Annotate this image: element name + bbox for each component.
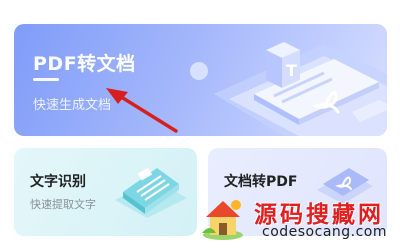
- text-recognition-subtitle: 快速提取文字: [30, 198, 96, 211]
- pdf-to-doc-subtitle: 快速生成文档: [33, 98, 112, 113]
- doc-to-pdf-title: 文档转PDF: [224, 174, 298, 190]
- pdf-document-illustration: T: [190, 42, 387, 136]
- text-recognition-title: 文字识别: [30, 174, 86, 190]
- text-recognition-card[interactable]: 文字识别 快速提取文字: [14, 148, 197, 236]
- pdf-to-doc-card[interactable]: PDF转文档 快速生成文档 T: [14, 24, 387, 136]
- title-underline: [33, 78, 59, 81]
- watermark-house-logo: [202, 200, 243, 240]
- watermark: 源码搜藏网 codesocang.com: [200, 193, 398, 247]
- watermark-url: codesocang.com: [262, 224, 388, 240]
- t-glyph: T: [286, 61, 297, 80]
- pdf-to-doc-title: PDF转文档: [33, 53, 136, 75]
- text-recognition-illustration: [115, 167, 187, 218]
